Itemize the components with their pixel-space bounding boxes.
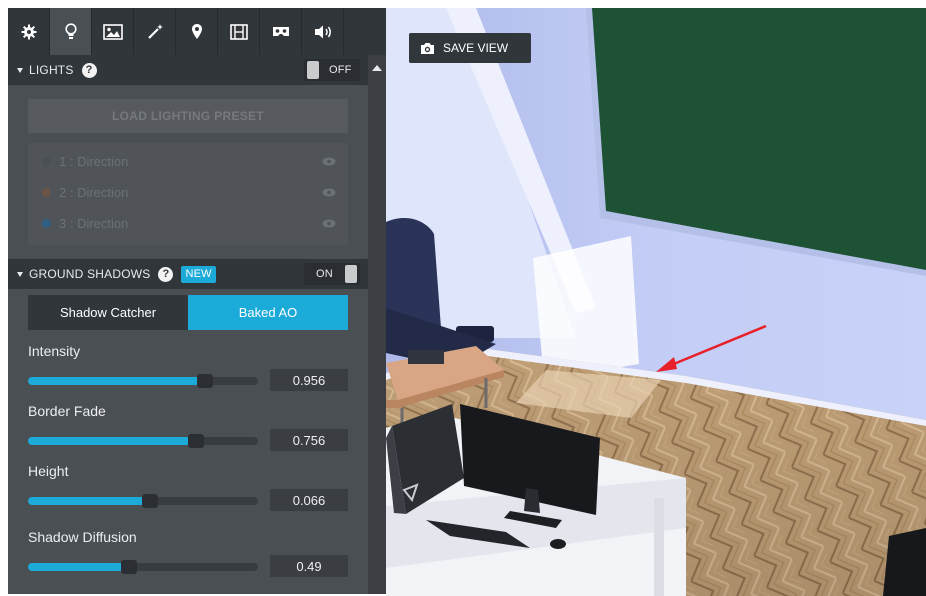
intensity-slider-handle[interactable] <box>197 374 213 388</box>
shadow-diffusion-slider[interactable] <box>28 560 258 574</box>
eye-icon[interactable] <box>322 185 336 200</box>
border-fade-value-input[interactable]: 0.756 <box>270 429 348 451</box>
collapse-caret-icon <box>17 67 23 73</box>
help-icon[interactable]: ? <box>158 266 174 282</box>
border-fade-slider-row: Border Fade 0.756 <box>28 403 348 461</box>
shadow-diffusion-value-input[interactable]: 0.49 <box>270 555 348 577</box>
ground-shadows-section-header[interactable]: GROUND SHADOWS ? NEW ON <box>8 259 368 289</box>
help-icon[interactable]: ? <box>81 62 97 78</box>
panel-scrollbar[interactable] <box>368 55 386 594</box>
height-slider-row: Height 0.066 <box>28 463 348 521</box>
light-color-dot[interactable] <box>42 187 51 197</box>
scroll-up-arrow-icon[interactable] <box>372 65 382 71</box>
ground-shadows-toggle-label: ON <box>316 268 333 280</box>
save-view-button[interactable]: SAVE VIEW <box>409 33 531 63</box>
light-color-dot[interactable] <box>42 218 51 228</box>
eye-icon[interactable] <box>322 154 336 169</box>
lights-toggle[interactable]: OFF <box>304 59 360 81</box>
intensity-value-input[interactable]: 0.956 <box>270 369 348 391</box>
3d-viewport[interactable]: SAVE VIEW <box>386 8 926 596</box>
shadow-diffusion-slider-handle[interactable] <box>121 560 137 574</box>
height-slider-fill <box>28 497 150 505</box>
height-label: Height <box>28 463 69 479</box>
toggle-knob <box>345 265 357 283</box>
lights-title: LIGHTS <box>29 63 74 77</box>
settings-panel: LIGHTS ? OFF LOAD LIGHTING PRESET 1 : Di… <box>8 8 386 594</box>
shadow-diffusion-label: Shadow Diffusion <box>28 529 137 545</box>
tab-shadow-catcher[interactable]: Shadow Catcher <box>28 295 188 330</box>
eye-icon[interactable] <box>322 216 336 231</box>
border-fade-slider[interactable] <box>28 434 258 448</box>
intensity-slider-fill <box>28 377 205 385</box>
height-slider[interactable] <box>28 494 258 508</box>
light-item[interactable]: 3 : Direction <box>28 208 348 238</box>
camera-icon <box>420 42 435 55</box>
new-badge: NEW <box>181 265 216 283</box>
shadow-diffusion-slider-fill <box>28 563 129 571</box>
panel-content: LIGHTS ? OFF LOAD LIGHTING PRESET 1 : Di… <box>8 8 368 594</box>
lights-section-header[interactable]: LIGHTS ? OFF <box>8 55 368 85</box>
light-color-dot[interactable] <box>42 156 51 166</box>
light-item[interactable]: 2 : Direction <box>28 177 348 207</box>
tab-baked-ao[interactable]: Baked AO <box>188 295 348 330</box>
load-lighting-preset-button[interactable]: LOAD LIGHTING PRESET <box>28 99 348 133</box>
save-view-label: SAVE VIEW <box>443 41 509 55</box>
light-item-label: 2 : Direction <box>59 184 129 200</box>
height-value-input[interactable]: 0.066 <box>270 489 348 511</box>
collapse-caret-icon <box>17 271 23 277</box>
ground-shadows-toggle[interactable]: ON <box>304 263 360 285</box>
intensity-label: Intensity <box>28 343 81 359</box>
border-fade-label: Border Fade <box>28 403 106 419</box>
light-item-label: 3 : Direction <box>59 215 129 231</box>
intensity-slider[interactable] <box>28 374 258 388</box>
light-item[interactable]: 1 : Direction <box>28 146 348 176</box>
shadow-mode-tabs: Shadow Catcher Baked AO <box>28 295 348 330</box>
ground-shadows-section-body: Shadow Catcher Baked AO Intensity 0.956 … <box>8 289 368 594</box>
border-fade-slider-handle[interactable] <box>188 434 204 448</box>
lights-list: 1 : Direction 2 : Direction 3 : Directio… <box>28 143 348 245</box>
height-slider-handle[interactable] <box>142 494 158 508</box>
ground-shadows-title: GROUND SHADOWS <box>29 267 151 281</box>
intensity-slider-row: Intensity 0.956 <box>28 343 348 401</box>
lights-toggle-label: OFF <box>329 64 352 76</box>
shadow-diffusion-slider-row: Shadow Diffusion 0.49 <box>28 529 348 587</box>
toggle-knob <box>307 61 319 79</box>
lights-section-body: LOAD LIGHTING PRESET 1 : Direction 2 : D… <box>8 85 368 258</box>
border-fade-slider-fill <box>28 437 196 445</box>
3d-scene-render[interactable] <box>386 8 926 596</box>
light-item-label: 1 : Direction <box>59 153 129 169</box>
